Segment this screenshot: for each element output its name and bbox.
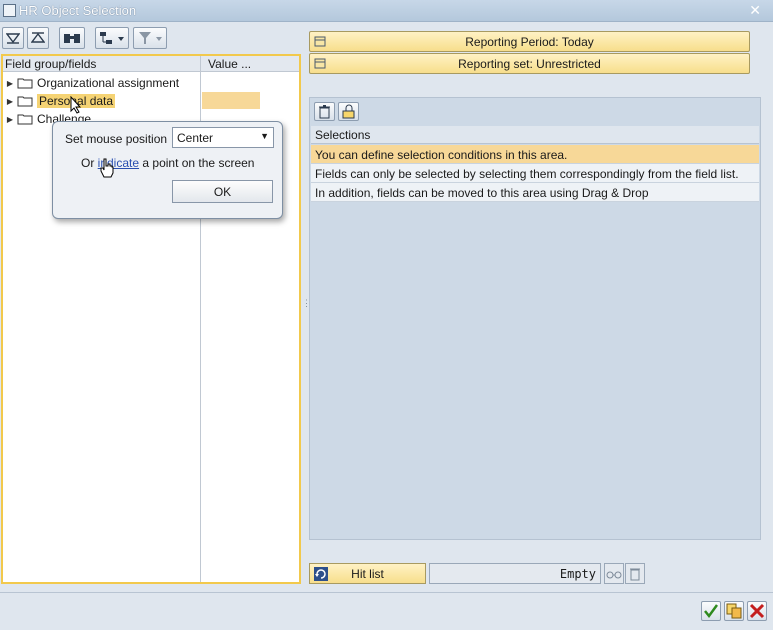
reporting-period-button[interactable]: Reporting Period: Today [309, 31, 750, 52]
hit-list-button[interactable]: Hit list [309, 563, 426, 584]
reporting-set-button[interactable]: Reporting set: Unrestricted [309, 53, 750, 74]
selection-row-text: In addition, fields can be moved to this… [315, 186, 649, 200]
value-cell-personal-data[interactable] [202, 92, 260, 109]
column-header-value[interactable]: Value ... [208, 57, 251, 71]
close-icon[interactable]: ✕ [749, 2, 761, 19]
mouse-position-value: Center [177, 131, 214, 145]
tree-header: Field group/fields Value ... [3, 56, 299, 72]
selections-title: Selections [315, 128, 371, 142]
confirm-button[interactable] [701, 601, 721, 621]
collapse-all-button[interactable] [27, 27, 49, 49]
selection-row-text: You can define selection conditions in t… [315, 148, 568, 162]
folder-icon [17, 78, 33, 89]
hit-list-label: Hit list [351, 567, 384, 581]
binoculars-icon [64, 34, 80, 43]
tree-item-organizational-assignment[interactable]: ▶ Organizational assignment [3, 74, 199, 92]
copy-button[interactable] [724, 601, 744, 621]
selection-row[interactable]: You can define selection conditions in t… [311, 145, 759, 164]
cancel-x-icon [749, 603, 765, 619]
expand-arrow-icon[interactable]: ▶ [3, 79, 17, 88]
selections-header: Selections [311, 126, 759, 144]
hit-list-status: Empty [559, 567, 596, 581]
mouse-pointer-icon [70, 96, 82, 114]
bottom-action-bar [0, 592, 773, 630]
column-header-fields[interactable]: Field group/fields [5, 57, 96, 71]
lock-icon [342, 104, 355, 119]
expand-all-button[interactable] [2, 27, 24, 49]
selection-row[interactable]: Fields can only be selected by selecting… [311, 164, 759, 183]
window-title: HR Object Selection [19, 3, 137, 18]
expand-down-icon [6, 33, 20, 44]
hierarchy-icon [100, 32, 124, 44]
mouse-position-popup: Set mouse position Center ▼ Or indicate … [52, 121, 283, 219]
copy-icon [726, 603, 742, 619]
delete-selection-button[interactable] [314, 102, 335, 121]
mouse-position-select[interactable]: Center ▼ [172, 127, 274, 148]
reporting-set-label: Reporting set: Unrestricted [458, 57, 601, 71]
reporting-period-label: Reporting Period: Today [465, 35, 594, 49]
selections-panel: Selections You can define selection cond… [309, 97, 761, 540]
hit-list-status-field: Empty [429, 563, 601, 584]
folder-icon [17, 114, 33, 125]
set-mouse-position-label: Set mouse position [65, 132, 168, 146]
collapse-up-icon [31, 32, 45, 43]
hit-list-glasses-button[interactable] [604, 563, 624, 584]
filter-menu-button[interactable] [133, 27, 167, 49]
glasses-icon [606, 571, 622, 579]
tree-item-personal-data[interactable]: ▶ Personal data [3, 92, 199, 110]
trash-icon [630, 568, 640, 581]
hand-cursor-icon [100, 158, 114, 178]
dropdown-arrow-icon[interactable]: ▼ [260, 131, 269, 141]
cancel-button[interactable] [747, 601, 767, 621]
expand-arrow-icon[interactable]: ▶ [3, 115, 17, 124]
hierarchy-menu-button[interactable] [95, 27, 129, 49]
folder-icon [17, 96, 33, 107]
find-button[interactable] [59, 27, 85, 49]
expand-arrow-icon[interactable]: ▶ [3, 97, 17, 106]
app-icon [3, 4, 16, 17]
selection-settings-button[interactable] [338, 102, 359, 121]
trash-icon [319, 105, 330, 119]
filter-icon [139, 32, 162, 44]
tree-item-label: Organizational assignment [37, 76, 180, 90]
ok-button[interactable]: OK [172, 180, 273, 203]
or-text: Or [81, 156, 98, 170]
hit-list-delete-button[interactable] [625, 563, 645, 584]
selection-row-text: Fields can only be selected by selecting… [315, 167, 739, 181]
point-on-screen-text: a point on the screen [139, 156, 255, 170]
selection-row[interactable]: In addition, fields can be moved to this… [311, 183, 759, 202]
checkmark-icon [704, 604, 719, 619]
title-bar: HR Object Selection ✕ [0, 0, 773, 22]
